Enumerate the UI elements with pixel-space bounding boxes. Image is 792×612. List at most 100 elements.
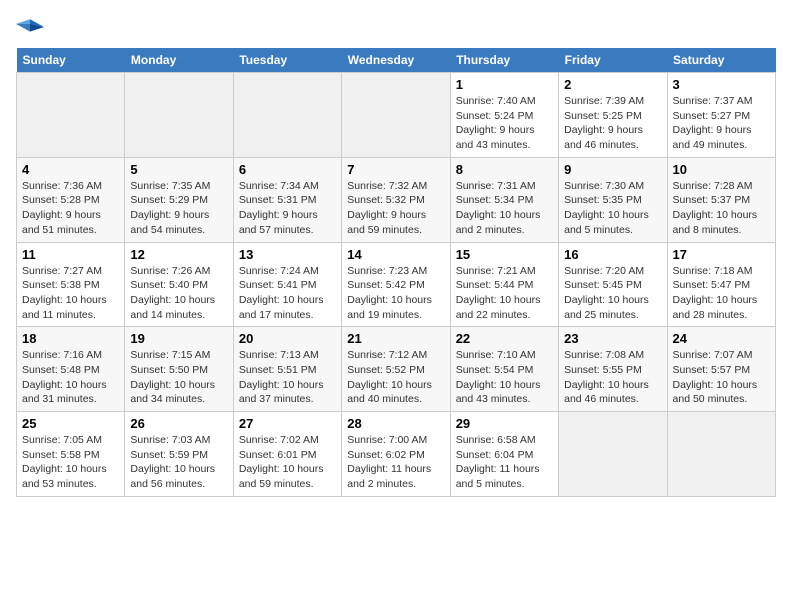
calendar-cell: 16 Sunrise: 7:20 AMSunset: 5:45 PMDayligh…: [559, 242, 667, 327]
day-number: 21: [347, 331, 444, 346]
day-info: Sunrise: 7:37 AMSunset: 5:27 PMDaylight:…: [673, 94, 770, 153]
calendar-cell: 24 Sunrise: 7:07 AMSunset: 5:57 PMDayligh…: [667, 327, 775, 412]
day-number: 29: [456, 416, 553, 431]
calendar-cell: [233, 73, 341, 158]
day-info: Sunrise: 7:40 AMSunset: 5:24 PMDaylight:…: [456, 94, 553, 153]
calendar-header-monday: Monday: [125, 48, 233, 73]
calendar-cell: 2 Sunrise: 7:39 AMSunset: 5:25 PMDaylight…: [559, 73, 667, 158]
day-info: Sunrise: 7:32 AMSunset: 5:32 PMDaylight:…: [347, 179, 444, 238]
calendar-week-3: 11 Sunrise: 7:27 AMSunset: 5:38 PMDayligh…: [17, 242, 776, 327]
day-info: Sunrise: 7:34 AMSunset: 5:31 PMDaylight:…: [239, 179, 336, 238]
day-number: 24: [673, 331, 770, 346]
day-number: 11: [22, 247, 119, 262]
calendar-week-2: 4Sunrise: 7:36 AMSunset: 5:28 PMDaylight…: [17, 157, 776, 242]
calendar-cell: 11 Sunrise: 7:27 AMSunset: 5:38 PMDayligh…: [17, 242, 125, 327]
calendar-cell: 29 Sunrise: 6:58 AMSunset: 6:04 PMDayligh…: [450, 412, 558, 497]
day-info: Sunrise: 7:15 AMSunset: 5:50 PMDaylight:…: [130, 348, 227, 407]
calendar-cell: 14 Sunrise: 7:23 AMSunset: 5:42 PMDayligh…: [342, 242, 450, 327]
calendar-cell: 21Sunrise: 7:12 AMSunset: 5:52 PMDayligh…: [342, 327, 450, 412]
day-number: 17: [673, 247, 770, 262]
calendar-cell: 19Sunrise: 7:15 AMSunset: 5:50 PMDayligh…: [125, 327, 233, 412]
day-number: 28: [347, 416, 444, 431]
day-number: 9: [564, 162, 661, 177]
calendar-cell: 26 Sunrise: 7:03 AMSunset: 5:59 PMDayligh…: [125, 412, 233, 497]
calendar-cell: [667, 412, 775, 497]
calendar-cell: 17 Sunrise: 7:18 AMSunset: 5:47 PMDayligh…: [667, 242, 775, 327]
day-info: Sunrise: 7:20 AMSunset: 5:45 PMDaylight:…: [564, 264, 661, 323]
day-number: 7: [347, 162, 444, 177]
day-info: Sunrise: 7:30 AMSunset: 5:35 PMDaylight:…: [564, 179, 661, 238]
calendar-table: SundayMondayTuesdayWednesdayThursdayFrid…: [16, 48, 776, 497]
day-number: 8: [456, 162, 553, 177]
logo: [16, 16, 48, 38]
calendar-cell: 22 Sunrise: 7:10 AMSunset: 5:54 PMDayligh…: [450, 327, 558, 412]
day-number: 2: [564, 77, 661, 92]
day-info: Sunrise: 7:28 AMSunset: 5:37 PMDaylight:…: [673, 179, 770, 238]
calendar-header-thursday: Thursday: [450, 48, 558, 73]
calendar-cell: 12 Sunrise: 7:26 AMSunset: 5:40 PMDayligh…: [125, 242, 233, 327]
calendar-cell: [17, 73, 125, 158]
calendar-cell: 1 Sunrise: 7:40 AMSunset: 5:24 PMDaylight…: [450, 73, 558, 158]
day-number: 23: [564, 331, 661, 346]
day-info: Sunrise: 7:26 AMSunset: 5:40 PMDaylight:…: [130, 264, 227, 323]
day-info: Sunrise: 7:35 AMSunset: 5:29 PMDaylight:…: [130, 179, 227, 238]
calendar-cell: 10 Sunrise: 7:28 AMSunset: 5:37 PMDayligh…: [667, 157, 775, 242]
day-info: Sunrise: 7:23 AMSunset: 5:42 PMDaylight:…: [347, 264, 444, 323]
day-info: Sunrise: 7:31 AMSunset: 5:34 PMDaylight:…: [456, 179, 553, 238]
calendar-cell: 13 Sunrise: 7:24 AMSunset: 5:41 PMDayligh…: [233, 242, 341, 327]
calendar-cell: 6 Sunrise: 7:34 AMSunset: 5:31 PMDaylight…: [233, 157, 341, 242]
page-header: [16, 16, 776, 38]
day-number: 26: [130, 416, 227, 431]
calendar-header-sunday: Sunday: [17, 48, 125, 73]
calendar-cell: 20 Sunrise: 7:13 AMSunset: 5:51 PMDayligh…: [233, 327, 341, 412]
calendar-cell: 23 Sunrise: 7:08 AMSunset: 5:55 PMDayligh…: [559, 327, 667, 412]
day-info: Sunrise: 7:36 AMSunset: 5:28 PMDaylight:…: [22, 179, 119, 238]
day-info: Sunrise: 6:58 AMSunset: 6:04 PMDaylight:…: [456, 433, 553, 492]
day-number: 1: [456, 77, 553, 92]
logo-icon: [16, 16, 44, 38]
calendar-cell: [559, 412, 667, 497]
day-number: 12: [130, 247, 227, 262]
day-number: 22: [456, 331, 553, 346]
day-info: Sunrise: 7:08 AMSunset: 5:55 PMDaylight:…: [564, 348, 661, 407]
calendar-header-wednesday: Wednesday: [342, 48, 450, 73]
calendar-cell: 5 Sunrise: 7:35 AMSunset: 5:29 PMDaylight…: [125, 157, 233, 242]
day-info: Sunrise: 7:16 AMSunset: 5:48 PMDaylight:…: [22, 348, 119, 407]
day-number: 6: [239, 162, 336, 177]
day-info: Sunrise: 7:27 AMSunset: 5:38 PMDaylight:…: [22, 264, 119, 323]
day-number: 18: [22, 331, 119, 346]
day-info: Sunrise: 7:03 AMSunset: 5:59 PMDaylight:…: [130, 433, 227, 492]
calendar-cell: 4Sunrise: 7:36 AMSunset: 5:28 PMDaylight…: [17, 157, 125, 242]
calendar-cell: 8 Sunrise: 7:31 AMSunset: 5:34 PMDaylight…: [450, 157, 558, 242]
calendar-cell: 3 Sunrise: 7:37 AMSunset: 5:27 PMDaylight…: [667, 73, 775, 158]
day-number: 5: [130, 162, 227, 177]
day-number: 20: [239, 331, 336, 346]
day-info: Sunrise: 7:00 AMSunset: 6:02 PMDaylight:…: [347, 433, 444, 492]
day-info: Sunrise: 7:02 AMSunset: 6:01 PMDaylight:…: [239, 433, 336, 492]
day-number: 10: [673, 162, 770, 177]
day-number: 16: [564, 247, 661, 262]
calendar-cell: [125, 73, 233, 158]
day-info: Sunrise: 7:39 AMSunset: 5:25 PMDaylight:…: [564, 94, 661, 153]
day-info: Sunrise: 7:07 AMSunset: 5:57 PMDaylight:…: [673, 348, 770, 407]
calendar-cell: 9 Sunrise: 7:30 AMSunset: 5:35 PMDaylight…: [559, 157, 667, 242]
day-number: 27: [239, 416, 336, 431]
day-number: 3: [673, 77, 770, 92]
calendar-cell: 28 Sunrise: 7:00 AMSunset: 6:02 PMDayligh…: [342, 412, 450, 497]
calendar-cell: 18 Sunrise: 7:16 AMSunset: 5:48 PMDayligh…: [17, 327, 125, 412]
day-info: Sunrise: 7:05 AMSunset: 5:58 PMDaylight:…: [22, 433, 119, 492]
calendar-cell: 15Sunrise: 7:21 AMSunset: 5:44 PMDayligh…: [450, 242, 558, 327]
day-info: Sunrise: 7:10 AMSunset: 5:54 PMDaylight:…: [456, 348, 553, 407]
day-number: 15: [456, 247, 553, 262]
calendar-cell: 27 Sunrise: 7:02 AMSunset: 6:01 PMDayligh…: [233, 412, 341, 497]
day-info: Sunrise: 7:24 AMSunset: 5:41 PMDaylight:…: [239, 264, 336, 323]
day-info: Sunrise: 7:18 AMSunset: 5:47 PMDaylight:…: [673, 264, 770, 323]
calendar-header-saturday: Saturday: [667, 48, 775, 73]
calendar-header-row: SundayMondayTuesdayWednesdayThursdayFrid…: [17, 48, 776, 73]
calendar-header-tuesday: Tuesday: [233, 48, 341, 73]
day-info: Sunrise: 7:13 AMSunset: 5:51 PMDaylight:…: [239, 348, 336, 407]
calendar-week-1: 1 Sunrise: 7:40 AMSunset: 5:24 PMDaylight…: [17, 73, 776, 158]
day-number: 13: [239, 247, 336, 262]
calendar-cell: 7 Sunrise: 7:32 AMSunset: 5:32 PMDaylight…: [342, 157, 450, 242]
day-number: 14: [347, 247, 444, 262]
